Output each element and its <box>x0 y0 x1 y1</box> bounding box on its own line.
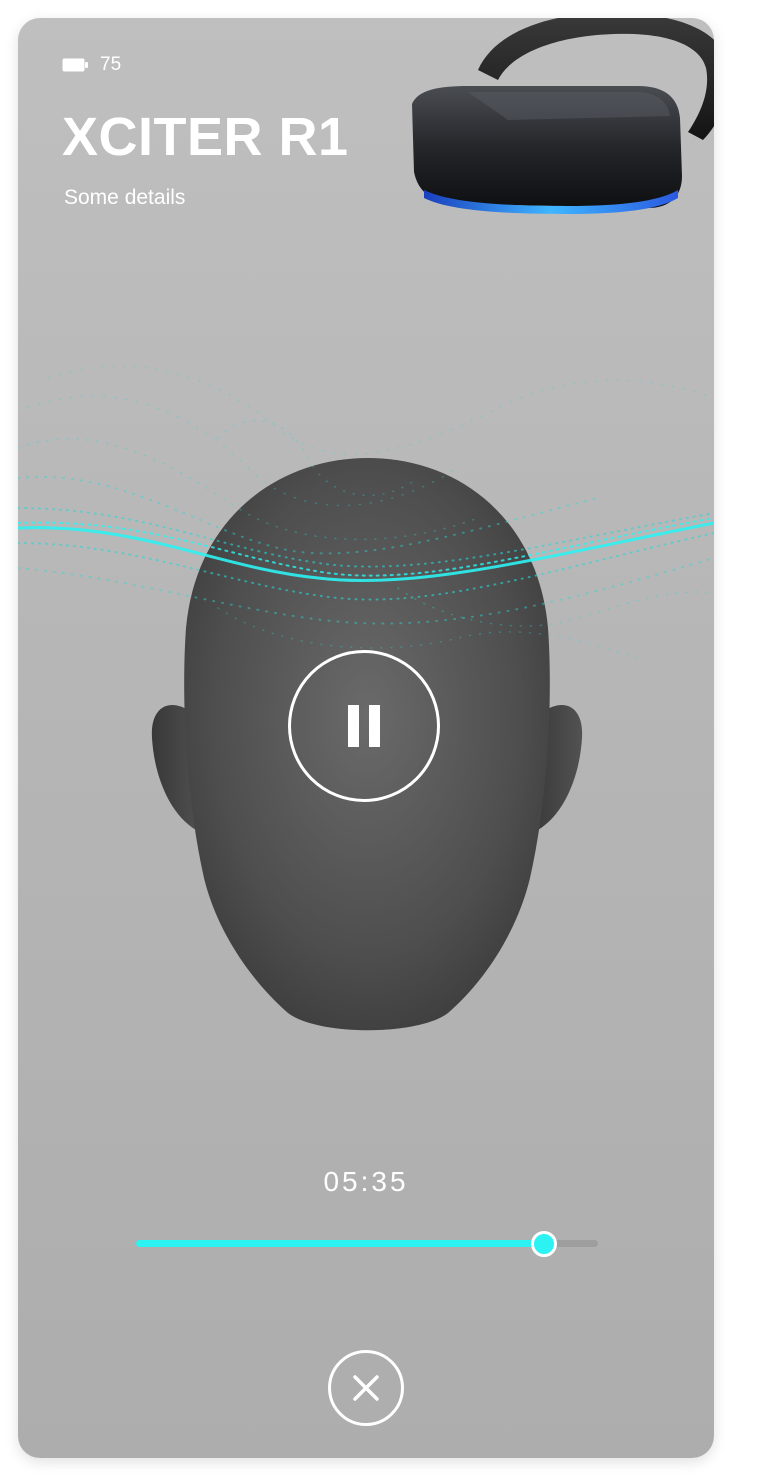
device-title: XCITER R1 <box>62 107 349 167</box>
elapsed-time: 05:35 <box>323 1166 409 1197</box>
progress-fill <box>136 1240 543 1247</box>
progress-thumb[interactable] <box>530 1231 557 1257</box>
device-details: Some details <box>64 186 186 209</box>
vr-headset-image <box>412 18 714 214</box>
pause-icon <box>348 705 359 747</box>
pause-button[interactable] <box>288 650 440 802</box>
battery-icon <box>62 58 88 72</box>
close-icon <box>353 1375 379 1401</box>
player-card: 75 XCITER R1 Some details 05:35 <box>18 18 714 1458</box>
battery-level: 75 <box>100 54 122 75</box>
status-bar: 75 <box>62 54 121 76</box>
progress-slider[interactable] <box>136 1230 598 1258</box>
close-button[interactable] <box>328 1350 404 1426</box>
